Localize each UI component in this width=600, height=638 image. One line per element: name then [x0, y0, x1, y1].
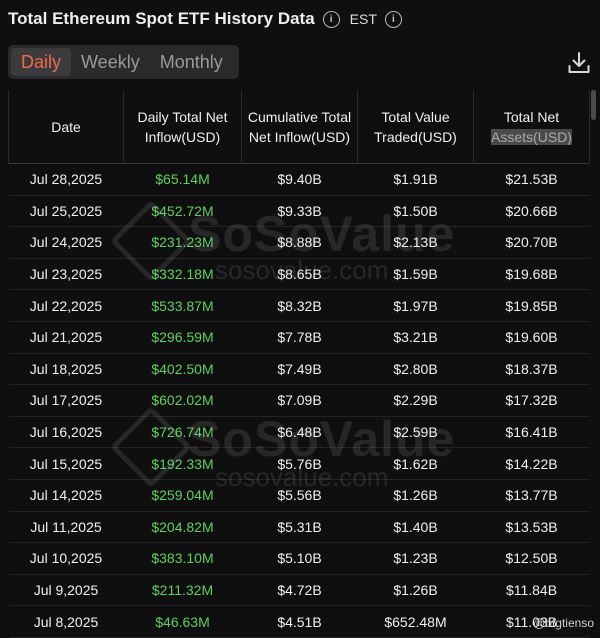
cell-date: Jul 8,2025 [8, 605, 124, 638]
cell-cumulative-inflow: $7.78B [241, 321, 358, 354]
column-header-date[interactable]: Date [8, 90, 124, 164]
cell-net-assets: $20.70B [473, 226, 590, 259]
cell-daily-inflow: $533.87M [123, 289, 242, 322]
column-header-net-assets[interactable]: Total Net Assets(USD) [473, 90, 590, 164]
cell-daily-inflow: $383.10M [123, 542, 242, 575]
column-header-daily-inflow[interactable]: Daily Total Net Inflow(USD) [123, 90, 242, 164]
cell-net-assets: $21.53B [473, 163, 590, 196]
cell-net-assets: $13.53B [473, 511, 590, 544]
column-header-cumulative-inflow[interactable]: Cumulative Total Net Inflow(USD) [241, 90, 358, 164]
watermark-url: sosovalue.com [215, 462, 389, 492]
cell-value-traded: $1.26B [357, 574, 474, 607]
page-header: Total Ethereum Spot ETF History Data i E… [8, 6, 600, 32]
page-title: Total Ethereum Spot ETF History Data [8, 9, 315, 28]
table-row: Jul 18,2025 $402.50M $7.49B $2.80B $18.37B [8, 353, 590, 386]
cell-date: Jul 21,2025 [8, 321, 124, 354]
etf-history-table: Date Daily Total Net Inflow(USD) Cumulat… [8, 90, 590, 638]
cell-net-assets: $17.32B [473, 384, 590, 417]
cell-daily-inflow: $46.63M [123, 605, 242, 638]
cell-date: Jul 9,2025 [8, 574, 124, 607]
cell-cumulative-inflow: $5.31B [241, 511, 358, 544]
cell-date: Jul 15,2025 [8, 447, 124, 480]
cell-net-assets: $11.84B [473, 574, 590, 607]
cell-net-assets: $20.66B [473, 195, 590, 228]
cell-date: Jul 18,2025 [8, 353, 124, 386]
cell-date: Jul 24,2025 [8, 226, 124, 259]
cell-date: Jul 28,2025 [8, 163, 124, 196]
cell-value-traded: $2.80B [357, 353, 474, 386]
column-header-value-traded[interactable]: Total Value Traded(USD) [357, 90, 474, 164]
cell-date: Jul 10,2025 [8, 542, 124, 575]
cell-date: Jul 23,2025 [8, 258, 124, 291]
download-icon[interactable] [566, 50, 592, 76]
cell-net-assets: $14.22B [473, 447, 590, 480]
table-row: Jul 8,2025 $46.63M $4.51B $652.48M $11.03B [8, 605, 590, 638]
scrollbar-thumb[interactable] [591, 90, 596, 120]
table-row: Jul 21,2025 $296.59M $7.78B $3.21B $19.60B [8, 321, 590, 354]
cell-net-assets: $19.68B [473, 258, 590, 291]
highlighted-text: Assets(USD) [491, 128, 572, 145]
cell-net-assets: $12.50B [473, 542, 590, 575]
cell-daily-inflow: $211.32M [123, 574, 242, 607]
table-row: Jul 10,2025 $383.10M $5.10B $1.23B $12.50B [8, 542, 590, 575]
cell-date: Jul 17,2025 [8, 384, 124, 417]
tab-monthly[interactable]: Monthly [150, 48, 233, 76]
cell-daily-inflow: $204.82M [123, 511, 242, 544]
cell-cumulative-inflow: $9.40B [241, 163, 358, 196]
cell-date: Jul 11,2025 [8, 511, 124, 544]
table-row: Jul 28,2025 $65.14M $9.40B $1.91B $21.53B [8, 163, 590, 196]
table-row: Jul 9,2025 $211.32M $4.72B $1.26B $11.84B [8, 574, 590, 607]
cell-cumulative-inflow: $5.10B [241, 542, 358, 575]
cell-net-assets: $13.77B [473, 479, 590, 512]
info-icon[interactable]: i [384, 10, 402, 28]
table-header-row: Date Daily Total Net Inflow(USD) Cumulat… [8, 90, 590, 164]
timezone-label: EST [349, 11, 377, 27]
credit-text: @btgtienso [533, 616, 594, 630]
cell-date: Jul 14,2025 [8, 479, 124, 512]
cell-cumulative-inflow: $8.32B [241, 289, 358, 322]
cell-value-traded: $3.21B [357, 321, 474, 354]
cell-value-traded: $652.48M [357, 605, 474, 638]
watermark-url: sosovalue.com [215, 255, 389, 285]
cell-value-traded: $1.97B [357, 289, 474, 322]
column-header-net-assets-label: Total Net Assets(USD) [491, 108, 572, 145]
cell-net-assets: $19.85B [473, 289, 590, 322]
tab-daily[interactable]: Daily [11, 48, 72, 76]
cell-value-traded: $1.40B [357, 511, 474, 544]
cell-net-assets: $18.37B [473, 353, 590, 386]
table-row: Jul 11,2025 $204.82M $5.31B $1.40B $13.53B [8, 511, 590, 544]
cell-cumulative-inflow: $4.72B [241, 574, 358, 607]
cell-value-traded: $1.91B [357, 163, 474, 196]
cell-cumulative-inflow: $4.51B [241, 605, 358, 638]
tab-weekly[interactable]: Weekly [71, 48, 150, 76]
cell-value-traded: $1.23B [357, 542, 474, 575]
cell-net-assets: $16.41B [473, 416, 590, 449]
cell-daily-inflow: $296.59M [123, 321, 242, 354]
cell-daily-inflow: $65.14M [123, 163, 242, 196]
cell-net-assets: $19.60B [473, 321, 590, 354]
period-tabs: Daily Weekly Monthly [8, 45, 239, 79]
watermark-brand: SoSoValue [188, 411, 456, 467]
cell-date: Jul 25,2025 [8, 195, 124, 228]
table-row: Jul 22,2025 $533.87M $8.32B $1.97B $19.85B [8, 289, 590, 322]
info-icon[interactable]: i [322, 10, 340, 28]
cell-date: Jul 22,2025 [8, 289, 124, 322]
cell-daily-inflow: $402.50M [123, 353, 242, 386]
cell-date: Jul 16,2025 [8, 416, 124, 449]
cell-cumulative-inflow: $7.49B [241, 353, 358, 386]
